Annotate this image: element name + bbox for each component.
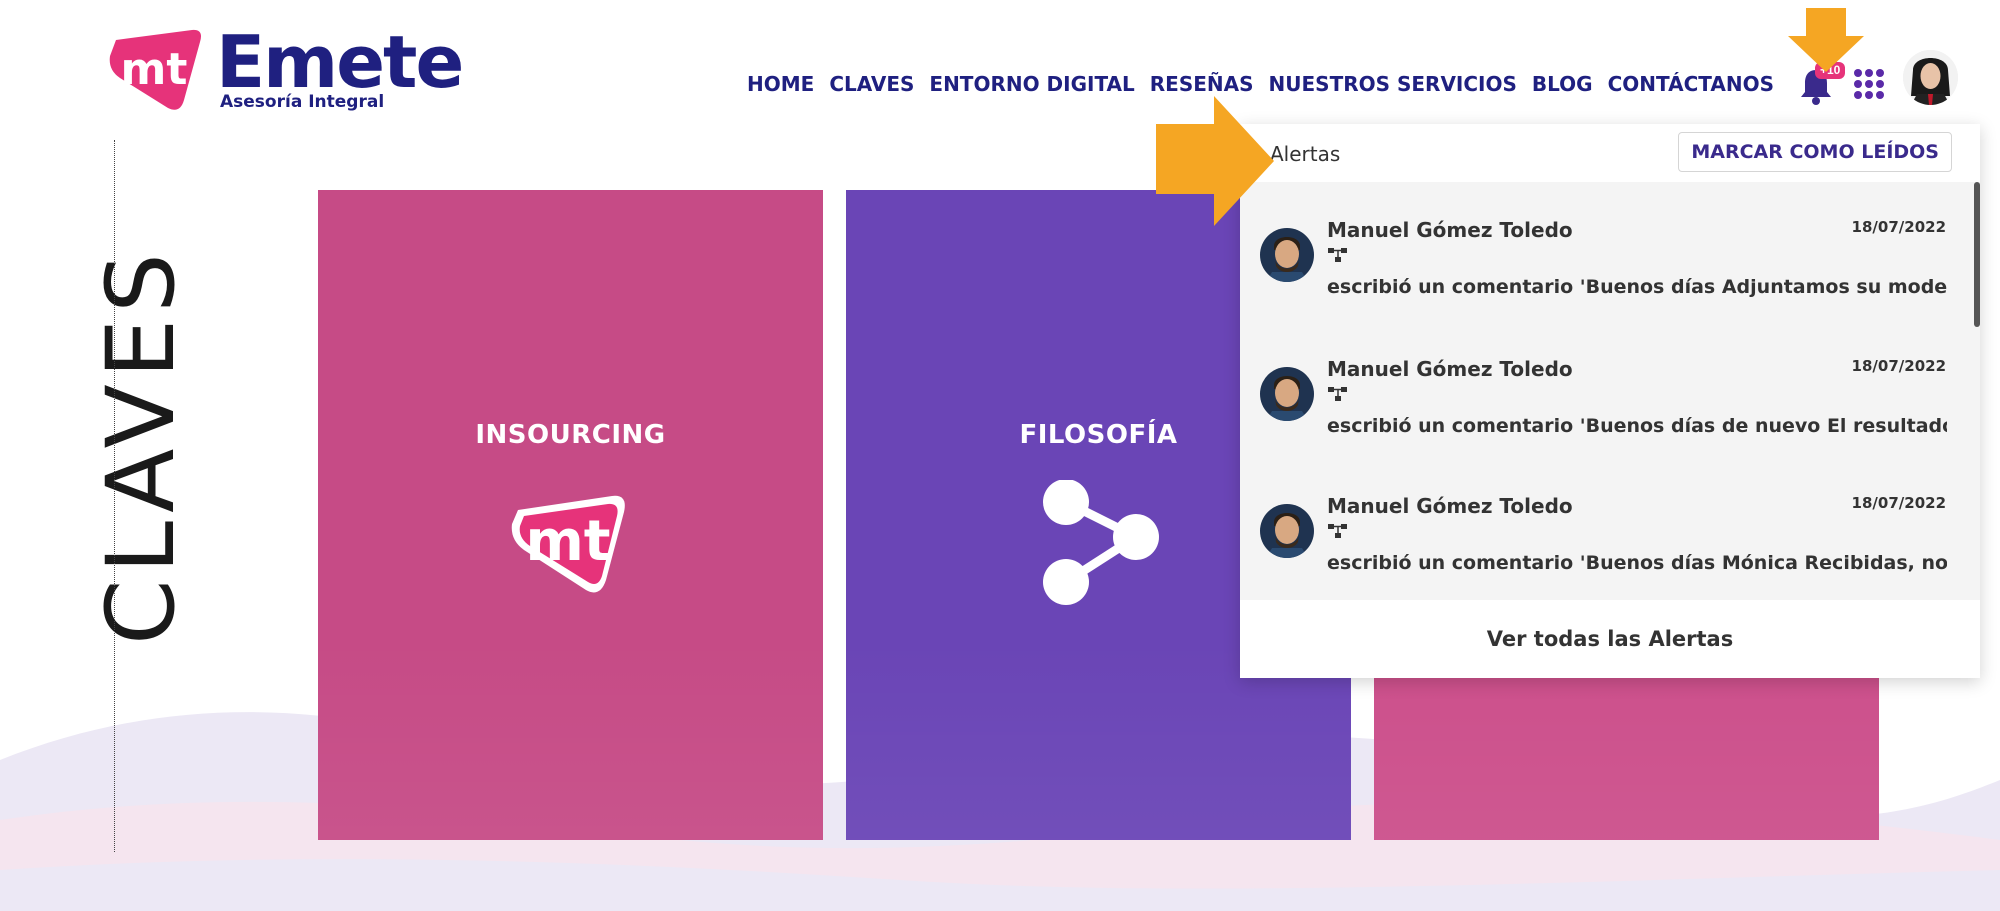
alert-author: Manuel Gómez Toledo — [1327, 357, 1573, 381]
mt-logo-icon: mt — [109, 29, 201, 110]
alert-date: 18/07/2022 — [1851, 357, 1946, 375]
alert-item[interactable]: Manuel Gómez Toledo 18/07/2022 escribió … — [1240, 458, 1970, 596]
user-avatar[interactable] — [1903, 50, 1958, 105]
alerts-scrollbar[interactable] — [1974, 182, 1980, 327]
emete-logo[interactable]: mt Emete Asesoría Integral — [108, 22, 464, 117]
avatar-image — [1260, 504, 1314, 558]
card-title: INSOURCING — [475, 420, 666, 450]
svg-text:mt: mt — [121, 44, 188, 95]
section-title: CLAVES — [87, 247, 196, 645]
share-icon — [1043, 480, 1159, 605]
alert-date: 18/07/2022 — [1851, 218, 1946, 236]
nav-claves[interactable]: CLAVES — [829, 72, 914, 96]
alert-author-avatar — [1260, 504, 1314, 558]
alert-date: 18/07/2022 — [1851, 494, 1946, 512]
alert-author: Manuel Gómez Toledo — [1327, 494, 1573, 518]
alert-text: escribió un comentario 'Buenos días de n… — [1327, 415, 1947, 437]
grid-icon[interactable] — [1853, 68, 1885, 100]
avatar-image — [1260, 367, 1314, 421]
alerts-title: Alertas — [1270, 142, 1341, 166]
nav-resenas[interactable]: RESEÑAS — [1150, 72, 1254, 96]
alerts-list: Manuel Gómez Toledo 18/07/2022 escribió … — [1240, 182, 1980, 600]
section-divider — [114, 140, 115, 852]
annotation-arrow-right — [1156, 96, 1274, 226]
alert-author-avatar — [1260, 228, 1314, 282]
nav-contactanos[interactable]: CONTÁCTANOS — [1608, 72, 1774, 96]
alert-text: escribió un comentario 'Buenos días Móni… — [1327, 552, 1947, 574]
avatar-image — [1260, 228, 1314, 282]
nav-home[interactable]: HOME — [747, 72, 814, 96]
nav-entorno-digital[interactable]: ENTORNO DIGITAL — [929, 72, 1134, 96]
user-avatar-image — [1903, 50, 1958, 105]
svg-text:mt: mt — [525, 509, 610, 574]
alert-text: escribió un comentario 'Buenos días Adju… — [1327, 276, 1947, 298]
mark-as-read-button[interactable]: MARCAR COMO LEÍDOS — [1678, 132, 1952, 172]
alert-item[interactable]: Manuel Gómez Toledo 18/07/2022 escribió … — [1240, 321, 1970, 459]
view-all-alerts-link[interactable]: Ver todas las Alertas — [1240, 600, 1980, 678]
main-nav: HOME CLAVES ENTORNO DIGITAL RESEÑAS NUES… — [747, 72, 1774, 96]
annotation-arrow-down — [1788, 8, 1864, 72]
alert-item[interactable]: Manuel Gómez Toledo 18/07/2022 escribió … — [1240, 182, 1970, 320]
hierarchy-icon — [1328, 524, 1347, 538]
nav-nuestros-servicios[interactable]: NUESTROS SERVICIOS — [1269, 72, 1517, 96]
hierarchy-icon — [1328, 387, 1347, 401]
hierarchy-icon — [1328, 248, 1347, 262]
card-insourcing[interactable]: INSOURCING mt — [318, 190, 823, 840]
brand-name: Emete — [216, 20, 464, 104]
alerts-dropdown: Alertas MARCAR COMO LEÍDOS Manuel Gómez … — [1240, 124, 1980, 678]
brand-tagline: Asesoría Integral — [220, 92, 385, 112]
alert-author: Manuel Gómez Toledo — [1327, 218, 1573, 242]
nav-blog[interactable]: BLOG — [1532, 72, 1593, 96]
alert-author-avatar — [1260, 367, 1314, 421]
mt-logo-icon: mt — [511, 495, 625, 593]
card-fade — [318, 640, 823, 840]
